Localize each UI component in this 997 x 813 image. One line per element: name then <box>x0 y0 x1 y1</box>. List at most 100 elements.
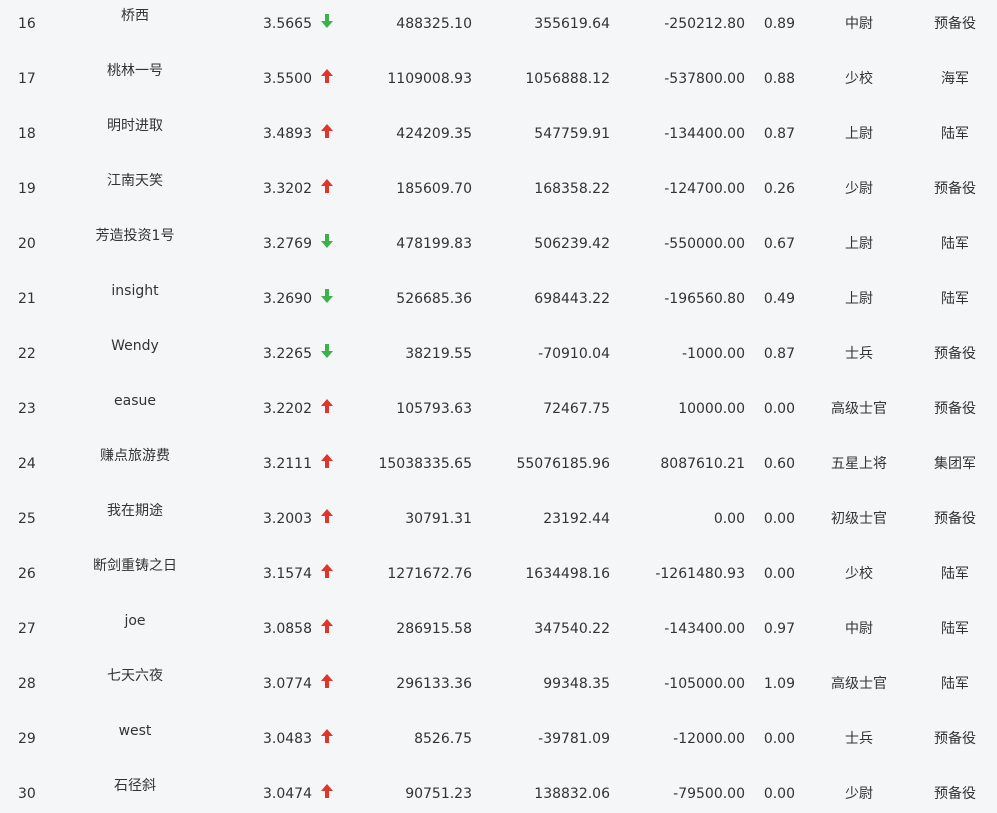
value1-cell: 185609.70 <box>396 181 472 197</box>
military-rank-cell: 士兵 <box>845 731 873 747</box>
table-row[interactable]: 22 Wendy 3.2265 38219.55 -70910.04 -1000.00 0.… <box>0 331 997 386</box>
ratio-cell: 3.0774 <box>263 676 312 692</box>
trader-name-link[interactable]: 七天六夜 <box>60 667 210 685</box>
ratio-cell: 3.2202 <box>263 401 312 417</box>
group-cell: 海军 <box>941 71 969 87</box>
group-cell: 预备役 <box>934 511 976 527</box>
trader-name-link[interactable]: 明时进取 <box>60 117 210 135</box>
trader-name-link[interactable]: 我在期途 <box>60 502 210 520</box>
value4-cell: 0.26 <box>763 181 795 197</box>
value2-cell: 506239.42 <box>534 236 610 252</box>
value4-cell: 0.87 <box>763 126 795 142</box>
trader-name-link[interactable]: 桃林一号 <box>60 62 210 80</box>
arrow-down-icon <box>320 288 334 306</box>
group-cell: 陆军 <box>941 236 969 252</box>
value3-cell: -537800.00 <box>664 71 745 87</box>
value3-cell: 0.00 <box>713 511 745 527</box>
rank-cell: 28 <box>18 676 36 692</box>
ratio-cell: 3.5665 <box>263 16 312 32</box>
value2-cell: 347540.22 <box>534 621 610 637</box>
trader-name-link[interactable]: insight <box>60 282 210 300</box>
military-rank-cell: 高级士官 <box>831 676 887 692</box>
value1-cell: 38219.55 <box>405 346 472 362</box>
trader-name-link[interactable]: joe <box>60 612 210 630</box>
rank-cell: 25 <box>18 511 36 527</box>
value1-cell: 488325.10 <box>396 16 472 32</box>
value2-cell: -70910.04 <box>538 346 610 362</box>
value2-cell: 138832.06 <box>534 786 610 802</box>
rank-cell: 19 <box>18 181 36 197</box>
value3-cell: -550000.00 <box>664 236 745 252</box>
table-row[interactable]: 18 明时进取 3.4893 424209.35 547759.91 -134400.00… <box>0 111 997 166</box>
value1-cell: 15038335.65 <box>378 456 472 472</box>
value1-cell: 296133.36 <box>396 676 472 692</box>
military-rank-cell: 少校 <box>845 566 873 582</box>
value4-cell: 0.97 <box>763 621 795 637</box>
military-rank-cell: 五星上将 <box>831 456 887 472</box>
table-row[interactable]: 20 芳造投资1号 3.2769 478199.83 506239.42 -550000.… <box>0 221 997 276</box>
table-row[interactable]: 30 石径斜 3.0474 90751.23 138832.06 -79500.00 0.0… <box>0 771 997 813</box>
rank-cell: 16 <box>18 16 36 32</box>
trader-name-link[interactable]: 芳造投资1号 <box>60 227 210 245</box>
value4-cell: 0.00 <box>763 401 795 417</box>
value1-cell: 478199.83 <box>396 236 472 252</box>
table-row[interactable]: 28 七天六夜 3.0774 296133.36 99348.35 -105000.00 1… <box>0 661 997 716</box>
group-cell: 陆军 <box>941 566 969 582</box>
trader-name-link[interactable]: 赚点旅游费 <box>60 447 210 465</box>
value4-cell: 1.09 <box>763 676 795 692</box>
table-row[interactable]: 16 桥西 3.5665 488325.10 355619.64 -250212.80 0.… <box>0 1 997 56</box>
arrow-up-icon <box>320 68 334 86</box>
table-row[interactable]: 24 赚点旅游费 3.2111 15038335.65 55076185.96 80876… <box>0 441 997 496</box>
table-row[interactable]: 29 west 3.0483 8526.75 -39781.09 -12000.00 0.0… <box>0 716 997 771</box>
rank-cell: 20 <box>18 236 36 252</box>
value2-cell: 72467.75 <box>543 401 610 417</box>
rank-cell: 23 <box>18 401 36 417</box>
trader-name-link[interactable]: west <box>60 722 210 740</box>
ratio-cell: 3.2769 <box>263 236 312 252</box>
ratio-cell: 3.4893 <box>263 126 312 142</box>
arrow-up-icon <box>320 728 334 746</box>
ratio-cell: 3.0858 <box>263 621 312 637</box>
value3-cell: -124700.00 <box>664 181 745 197</box>
value3-cell: 10000.00 <box>678 401 745 417</box>
ratio-cell: 3.2265 <box>263 346 312 362</box>
military-rank-cell: 上尉 <box>845 236 873 252</box>
table-row[interactable]: 21 insight 3.2690 526685.36 698443.22 -196560… <box>0 276 997 331</box>
group-cell: 陆军 <box>941 621 969 637</box>
arrow-up-icon <box>320 783 334 801</box>
rank-cell: 29 <box>18 731 36 747</box>
trader-name-link[interactable]: 石径斜 <box>60 777 210 795</box>
trader-name-link[interactable]: 断剑重铸之日 <box>60 557 210 575</box>
table-row[interactable]: 26 断剑重铸之日 3.1574 1271672.76 1634498.16 -12614… <box>0 551 997 606</box>
table-row[interactable]: 25 我在期途 3.2003 30791.31 23192.44 0.00 0.00 初级士官… <box>0 496 997 551</box>
trader-name-link[interactable]: easue <box>60 392 210 410</box>
ratio-cell: 3.2111 <box>263 456 312 472</box>
value1-cell: 1109008.93 <box>387 71 472 87</box>
table-row[interactable]: 23 easue 3.2202 105793.63 72467.75 10000.00 0.… <box>0 386 997 441</box>
value2-cell: -39781.09 <box>538 731 610 747</box>
value3-cell: -250212.80 <box>664 16 745 32</box>
trader-name-link[interactable]: Wendy <box>60 337 210 355</box>
group-cell: 陆军 <box>941 676 969 692</box>
arrow-up-icon <box>320 123 334 141</box>
value1-cell: 8526.75 <box>414 731 472 747</box>
value3-cell: -79500.00 <box>673 786 745 802</box>
group-cell: 陆军 <box>941 126 969 142</box>
value2-cell: 23192.44 <box>543 511 610 527</box>
trader-name-link[interactable]: 江南天笑 <box>60 172 210 190</box>
ratio-cell: 3.0483 <box>263 731 312 747</box>
trader-name-link[interactable]: 桥西 <box>60 7 210 25</box>
value1-cell: 424209.35 <box>396 126 472 142</box>
value3-cell: -1000.00 <box>682 346 745 362</box>
value1-cell: 526685.36 <box>396 291 472 307</box>
rank-cell: 24 <box>18 456 36 472</box>
rank-cell: 26 <box>18 566 36 582</box>
rank-cell: 17 <box>18 71 36 87</box>
table-row[interactable]: 17 桃林一号 3.5500 1109008.93 1056888.12 -537800.… <box>0 56 997 111</box>
military-rank-cell: 少校 <box>845 71 873 87</box>
military-rank-cell: 士兵 <box>845 346 873 362</box>
group-cell: 预备役 <box>934 16 976 32</box>
table-row[interactable]: 27 joe 3.0858 286915.58 347540.22 -143400.00 0… <box>0 606 997 661</box>
table-row[interactable]: 19 江南天笑 3.3202 185609.70 168358.22 -124700.00… <box>0 166 997 221</box>
arrow-up-icon <box>320 508 334 526</box>
